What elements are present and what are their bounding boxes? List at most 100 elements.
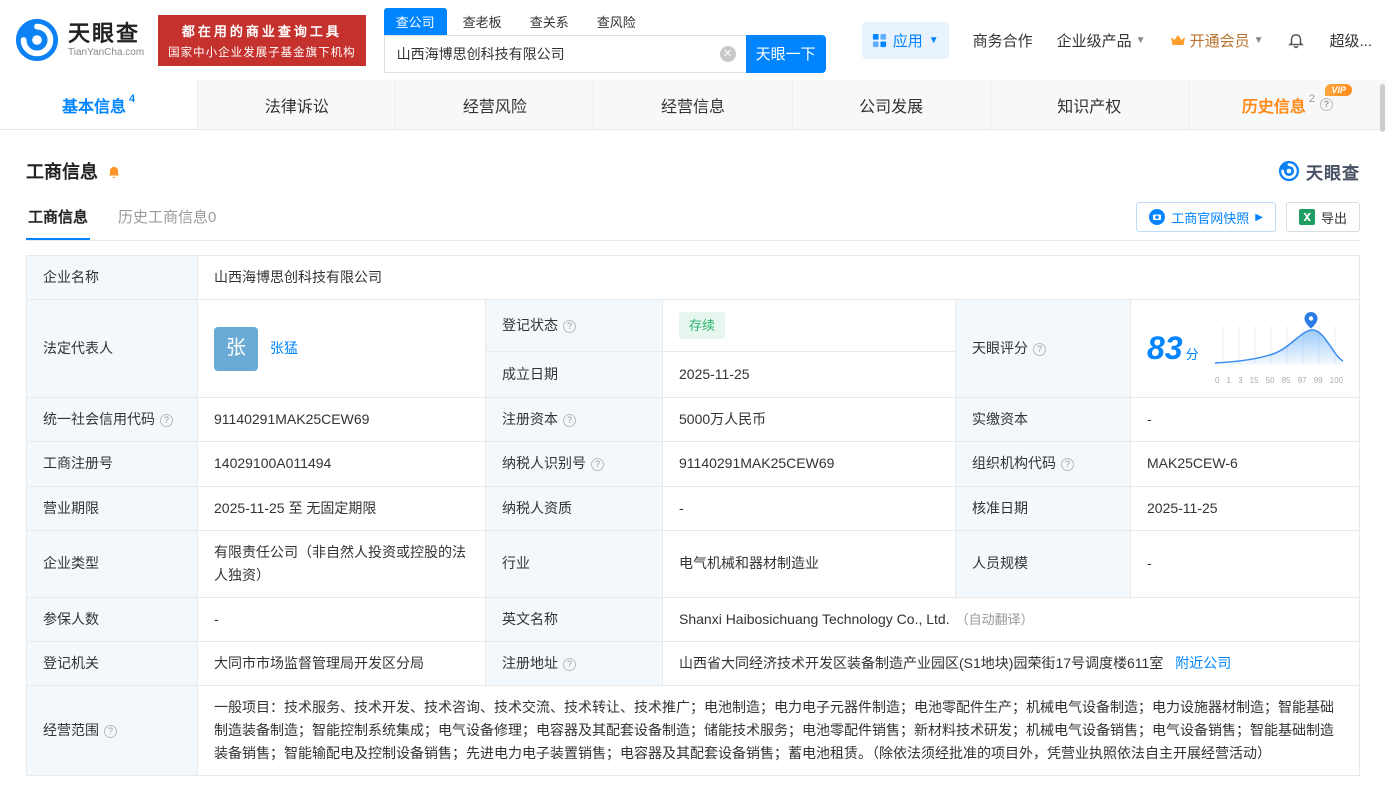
export-button[interactable]: 导出 bbox=[1286, 202, 1360, 232]
field-label-staff-size: 人员规模 bbox=[956, 530, 1131, 597]
nav-enterprise[interactable]: 企业级产品 ▼ bbox=[1057, 30, 1146, 51]
field-label-industry: 行业 bbox=[486, 530, 663, 597]
chart-x-ticks: 0131550859799100 bbox=[1215, 374, 1343, 387]
search-tab-relation[interactable]: 查关系 bbox=[518, 8, 581, 35]
field-label-score: 天眼评分? bbox=[956, 300, 1131, 398]
clear-icon[interactable]: ✕ bbox=[720, 46, 736, 62]
search-tab-company[interactable]: 查公司 bbox=[384, 8, 447, 35]
tab-history-info[interactable]: VIP 历史信息 2 ? bbox=[1188, 80, 1386, 129]
score-number: 83 bbox=[1147, 330, 1183, 366]
search-tab-risk[interactable]: 查风险 bbox=[585, 8, 648, 35]
table-row: 企业名称 山西海博思创科技有限公司 bbox=[27, 256, 1360, 300]
apps-label: 应用 bbox=[893, 30, 923, 51]
credit-code-value: 91140291MAK25CEW69 bbox=[198, 398, 486, 442]
reg-authority-value: 大同市市场监督管理局开发区分局 bbox=[198, 641, 486, 685]
tab-company-development[interactable]: 公司发展 bbox=[792, 80, 990, 129]
taxpayer-id-value: 91140291MAK25CEW69 bbox=[663, 442, 956, 486]
nav-open-vip[interactable]: 开通会员 ▼ bbox=[1170, 30, 1264, 51]
tab-label: 经营风险 bbox=[463, 93, 527, 117]
watermark-text: 天眼查 bbox=[1306, 159, 1360, 184]
notification-bell[interactable] bbox=[1287, 31, 1305, 49]
tab-label: 知识产权 bbox=[1057, 93, 1121, 117]
tab-legal-proceedings[interactable]: 法律诉讼 bbox=[197, 80, 395, 129]
company-name-value: 山西海博思创科技有限公司 bbox=[198, 256, 1360, 300]
search-input-wrap: ✕ bbox=[384, 35, 746, 73]
help-icon[interactable]: ? bbox=[1033, 343, 1046, 356]
field-label-credit-code: 统一社会信用代码? bbox=[27, 398, 198, 442]
chevron-down-icon: ▼ bbox=[1254, 35, 1264, 46]
help-icon[interactable]: ? bbox=[104, 725, 117, 738]
field-label-org-code: 组织机构代码? bbox=[956, 442, 1131, 486]
top-header: 天眼查 TianYanCha.com 都在用的商业查询工具 国家中小企业发展子基… bbox=[0, 0, 1386, 80]
score-unit: 分 bbox=[1186, 347, 1199, 362]
tab-business-info[interactable]: 经营信息 bbox=[593, 80, 791, 129]
field-label-business-scope: 经营范围? bbox=[27, 686, 198, 776]
tab-basic-info[interactable]: 基本信息 4 bbox=[0, 80, 197, 129]
field-label-legal-rep: 法定代表人 bbox=[27, 300, 198, 398]
table-row: 企业类型 有限责任公司（非自然人投资或控股的法人独资） 行业 电气机械和器材制造… bbox=[27, 530, 1360, 597]
subtab-business-info[interactable]: 工商信息 bbox=[26, 198, 90, 240]
enterprise-label: 企业级产品 bbox=[1057, 30, 1132, 51]
table-row: 经营范围? 一般项目：技术服务、技术开发、技术咨询、技术交流、技术转让、技术推广… bbox=[27, 686, 1360, 776]
chevron-down-icon: ▼ bbox=[1136, 35, 1146, 46]
field-label-taxpayer-id: 纳税人识别号? bbox=[486, 442, 663, 486]
help-icon[interactable]: ? bbox=[1061, 458, 1074, 471]
official-snapshot-button[interactable]: 工商官网快照 ▶ bbox=[1136, 202, 1276, 232]
help-icon[interactable]: ? bbox=[563, 414, 576, 427]
staff-size-value: - bbox=[1131, 530, 1360, 597]
scrollbar[interactable] bbox=[1380, 84, 1385, 132]
crown-icon bbox=[1170, 33, 1186, 47]
field-label-company-name: 企业名称 bbox=[27, 256, 198, 300]
table-row: 登记机关 大同市市场监督管理局开发区分局 注册地址? 山西省大同经济技术开发区装… bbox=[27, 641, 1360, 685]
excel-icon bbox=[1299, 209, 1315, 225]
business-info-table: 企业名称 山西海博思创科技有限公司 法定代表人 张 张猛 登记状态? 存续 天眼… bbox=[26, 255, 1360, 776]
english-name-cell: Shanxi Haibosichuang Technology Co., Ltd… bbox=[663, 597, 1360, 641]
reg-address-value: 山西省大同经济技术开发区装备制造产业园区(S1地块)园荣街17号调度楼611室 bbox=[679, 655, 1163, 671]
field-label-reg-address: 注册地址? bbox=[486, 641, 663, 685]
apps-button[interactable]: 应用 ▼ bbox=[862, 22, 949, 59]
help-icon[interactable]: ? bbox=[160, 414, 173, 427]
insured-count-value: - bbox=[198, 597, 486, 641]
nav-super[interactable]: 超级... bbox=[1329, 30, 1372, 51]
avatar[interactable]: 张 bbox=[214, 327, 258, 371]
field-label-reg-authority: 登记机关 bbox=[27, 641, 198, 685]
tianyancha-logo[interactable]: 天眼查 TianYanCha.com bbox=[14, 17, 144, 63]
chevron-down-icon: ▼ bbox=[929, 35, 939, 46]
help-icon[interactable]: ? bbox=[563, 658, 576, 671]
help-icon[interactable]: ? bbox=[563, 320, 576, 333]
promo-line1: 都在用的商业查询工具 bbox=[168, 21, 356, 40]
legal-rep-link[interactable]: 张猛 bbox=[270, 337, 298, 360]
tab-intellectual-property[interactable]: 知识产权 bbox=[990, 80, 1188, 129]
field-label-paid-capital: 实缴资本 bbox=[956, 398, 1131, 442]
subscribe-bell-icon[interactable] bbox=[106, 163, 122, 180]
tianyancha-logo-icon bbox=[1278, 160, 1300, 182]
tab-label: 公司发展 bbox=[859, 93, 923, 117]
tab-operational-risk[interactable]: 经营风险 bbox=[395, 80, 593, 129]
nav-cooperation[interactable]: 商务合作 bbox=[973, 30, 1033, 51]
nearby-companies-link[interactable]: 附近公司 bbox=[1175, 655, 1231, 671]
help-icon[interactable]: ? bbox=[1320, 98, 1333, 111]
help-icon[interactable]: ? bbox=[591, 458, 604, 471]
search-block: 查公司 查老板 查关系 查风险 ✕ 天眼一下 bbox=[384, 8, 826, 73]
field-label-company-type: 企业类型 bbox=[27, 530, 198, 597]
export-label: 导出 bbox=[1321, 208, 1347, 227]
score-label: 天眼评分 bbox=[972, 340, 1028, 356]
search-tab-boss[interactable]: 查老板 bbox=[451, 8, 514, 35]
search-button[interactable]: 天眼一下 bbox=[746, 35, 826, 73]
table-row: 统一社会信用代码? 91140291MAK25CEW69 注册资本? 5000万… bbox=[27, 398, 1360, 442]
english-name-value: Shanxi Haibosichuang Technology Co., Ltd… bbox=[679, 611, 950, 627]
arrow-right-icon: ▶ bbox=[1255, 212, 1263, 223]
reg-address-cell: 山西省大同经济技术开发区装备制造产业园区(S1地块)园荣街17号调度楼611室 … bbox=[663, 641, 1360, 685]
field-label-reg-number: 工商注册号 bbox=[27, 442, 198, 486]
field-label-english-name: 英文名称 bbox=[486, 597, 663, 641]
watermark-logo: 天眼查 bbox=[1278, 159, 1360, 184]
tab-count: 4 bbox=[129, 93, 135, 105]
promo-line2: 国家中小企业发展子基金旗下机构 bbox=[168, 44, 356, 60]
reg-number-value: 14029100A011494 bbox=[198, 442, 486, 486]
search-tabs: 查公司 查老板 查关系 查风险 bbox=[384, 8, 826, 35]
search-input[interactable] bbox=[385, 46, 746, 62]
tianyancha-logo-icon bbox=[14, 17, 60, 63]
vip-badge: VIP bbox=[1325, 84, 1352, 96]
subtab-history-business-info[interactable]: 历史工商信息0 bbox=[116, 198, 218, 240]
field-label-reg-capital: 注册资本? bbox=[486, 398, 663, 442]
